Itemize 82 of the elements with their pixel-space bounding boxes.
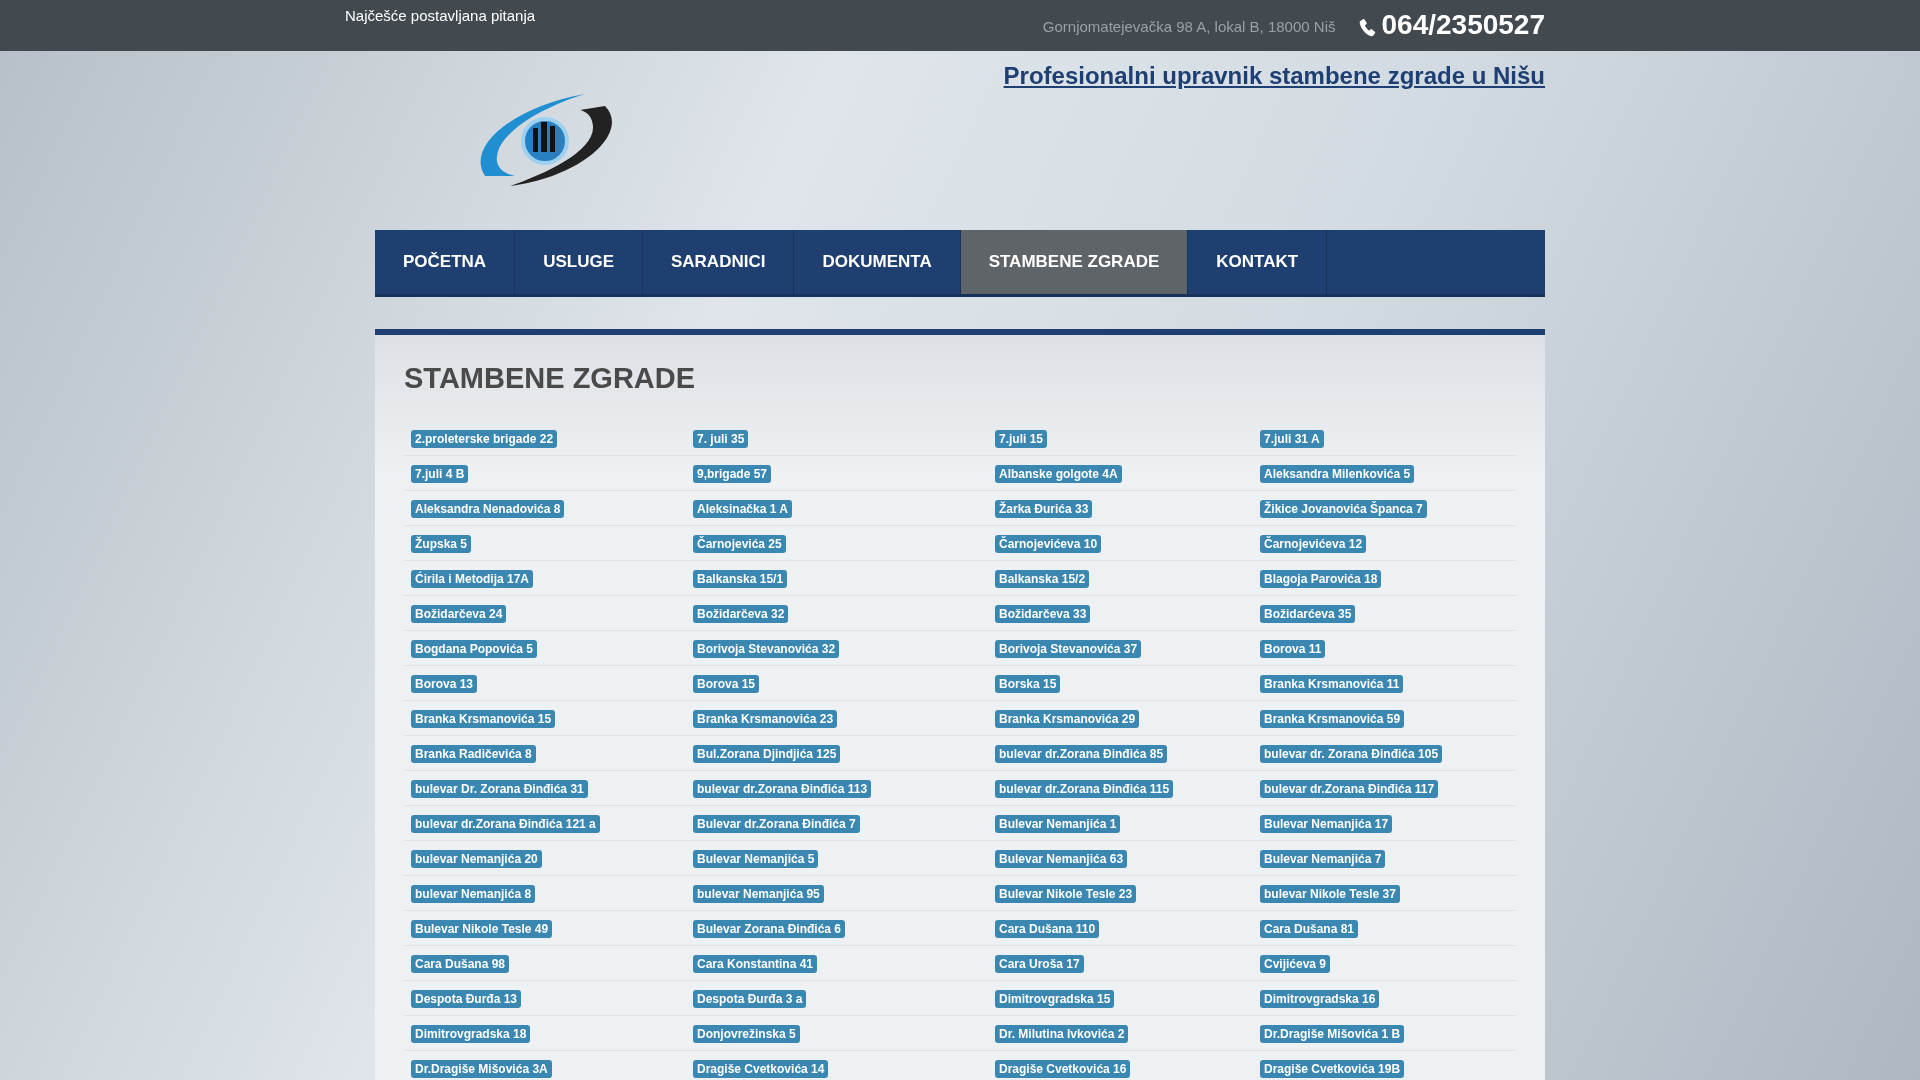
building-label[interactable]: Borivoja Stevanovića 32 [693,639,840,658]
building-label[interactable]: 7.juli 4 B [411,464,469,483]
building-label[interactable]: Cara Uroša 17 [995,954,1084,973]
building-label[interactable]: Dr. Milutina Ivkovića 2 [995,1024,1129,1043]
building-label[interactable]: Branka Krsmanovića 59 [1260,709,1405,728]
building-label[interactable]: Branka Krsmanovića 29 [995,709,1140,728]
building-label[interactable]: Branka Radičevića 8 [411,744,536,763]
building-label[interactable]: Cvijićeva 9 [1260,954,1331,973]
building-label[interactable]: Bulevar Nemanjića 7 [1260,849,1386,868]
building-label[interactable]: bulevar Nemanjića 20 [411,849,542,868]
building-label[interactable]: bulevar dr.Zorana Đinđića 121 a [411,814,600,833]
building-label[interactable]: bulevar dr.Zorana Đinđića 85 [995,744,1168,763]
building-label[interactable]: Branka Krsmanovića 15 [411,709,556,728]
building-label[interactable]: Čarnojevićeva 10 [995,534,1102,553]
building-label[interactable]: Balkanska 15/1 [693,569,788,588]
building-label[interactable]: Borska 15 [995,674,1061,693]
building-label[interactable]: Dimitrovgradska 18 [411,1024,531,1043]
building-label[interactable]: Dimitrovgradska 16 [1260,989,1380,1008]
building-label[interactable]: bulevar Nemanjića 8 [411,884,536,903]
building-label[interactable]: Borova 13 [411,674,478,693]
building-label[interactable]: Bul.Zorana Djindjića 125 [693,744,841,763]
building-label[interactable]: Ćirila i Metodija 17A [411,569,534,588]
building-label[interactable]: Branka Krsmanovića 23 [693,709,838,728]
building-label[interactable]: Dr.Dragiše Mišovića 1 B [1260,1024,1405,1043]
building-label[interactable]: Bulevar dr.Zorana Đinđića 7 [693,814,860,833]
address-text: Gornjomatejevačka 98 A, lokal B, 18000 Niš [1042,17,1336,38]
building-label[interactable]: Dimitrovgradska 15 [995,989,1115,1008]
building-label[interactable]: Cara Dušana 110 [995,919,1100,938]
building-label[interactable]: Balkanska 15/2 [995,569,1090,588]
building-label[interactable]: Dragiše Cvetkovića 16 [995,1059,1131,1078]
building-label[interactable]: Bulevar Zorana Đinđića 6 [693,919,846,938]
building-label[interactable]: Donjovrežinska 5 [693,1024,800,1043]
building-label[interactable]: Žarka Đurića 33 [995,499,1093,518]
building-label[interactable]: bulevar dr.Zorana Đinđića 117 [1260,779,1439,798]
building-label[interactable]: Cara Dušana 98 [411,954,510,973]
building-label[interactable]: Bulevar Nikole Tesle 49 [411,919,553,938]
building-label[interactable]: Božidarčeva 24 [411,604,507,623]
building-label[interactable]: bulevar Dr. Zorana Đinđića 31 [411,779,588,798]
building-label[interactable]: Aleksinačka 1 A [693,499,792,518]
building-label[interactable]: 2.proleterske brigade 22 [411,429,558,448]
building-label[interactable]: Borova 15 [693,674,760,693]
building-label[interactable]: Župska 5 [411,534,472,553]
building-label[interactable]: Aleksandra Milenkovića 5 [1260,464,1415,483]
building-label[interactable]: Čarnojevića 25 [693,534,786,553]
building-label[interactable]: bulevar Nikole Tesle 37 [1260,884,1400,903]
building-label[interactable]: Bulevar Nemanjića 17 [1260,814,1393,833]
building-label[interactable]: Blagoja Parovića 18 [1260,569,1382,588]
building-label[interactable]: bulevar dr. Zorana Đinđića 105 [1260,744,1443,763]
building-label[interactable]: Bulevar Nemanjića 1 [995,814,1121,833]
building-label[interactable]: Cara Konstantina 41 [693,954,818,973]
building-label[interactable]: Despota Đurđa 13 [411,989,522,1008]
building-label[interactable]: Božidarčeva 33 [995,604,1091,623]
building-label[interactable]: Branka Krsmanovića 11 [1260,674,1404,693]
building-label[interactable]: Dragiše Cvetkovića 14 [693,1059,829,1078]
building-label[interactable]: Dragiše Cvetkovića 19B [1260,1059,1405,1078]
building-label[interactable]: Despota Đurđa 3 a [693,989,807,1008]
building-label[interactable]: 7.juli 31 A [1260,429,1324,448]
building-label[interactable]: Cara Dušana 81 [1260,919,1359,938]
phone-number: 064/2350527 [1381,8,1545,42]
building-label[interactable]: 7.juli 15 [995,429,1048,448]
building-label[interactable]: Bulevar Nikole Tesle 23 [995,884,1137,903]
building-label[interactable]: bulevar dr.Zorana Đinđića 113 [693,779,872,798]
building-label[interactable]: bulevar Nemanjića 95 [693,884,824,903]
building-label[interactable]: Bogdana Popovića 5 [411,639,538,658]
building-label[interactable]: 9,brigade 57 [693,464,772,483]
building-label[interactable]: Čarnojevićeva 12 [1260,534,1367,553]
building-label[interactable]: Bulevar Nemanjića 5 [693,849,819,868]
building-label[interactable]: Aleksandra Nenadovića 8 [411,499,565,518]
building-label[interactable]: Božidarčeva 32 [693,604,789,623]
building-label[interactable]: Dr.Dragiše Mišovića 3A [411,1059,552,1078]
building-label[interactable]: Žikice Jovanovića Španca 7 [1260,499,1427,518]
faq-link[interactable]: Najčešće postavljana pitanja [345,5,536,28]
building-label[interactable]: Borivoja Stevanovića 37 [995,639,1142,658]
building-label[interactable]: bulevar dr.Zorana Đinđića 115 [995,779,1174,798]
building-label[interactable]: 7. juli 35 [693,429,749,448]
tagline-link[interactable]: Profesionalni upravnik stambene zgrade u Nišu [1003,58,1545,94]
building-label[interactable]: Albanske golgote 4A [995,464,1122,483]
nav-tab[interactable]: STAMBENE ZGRADE [960,230,1189,294]
page-title: STAMBENE ZGRADE [404,361,697,396]
building-label[interactable]: Bulevar Nemanjića 63 [995,849,1128,868]
building-label[interactable]: Borova 11 [1260,639,1326,658]
building-label[interactable]: Božidarćeva 35 [1260,604,1356,623]
